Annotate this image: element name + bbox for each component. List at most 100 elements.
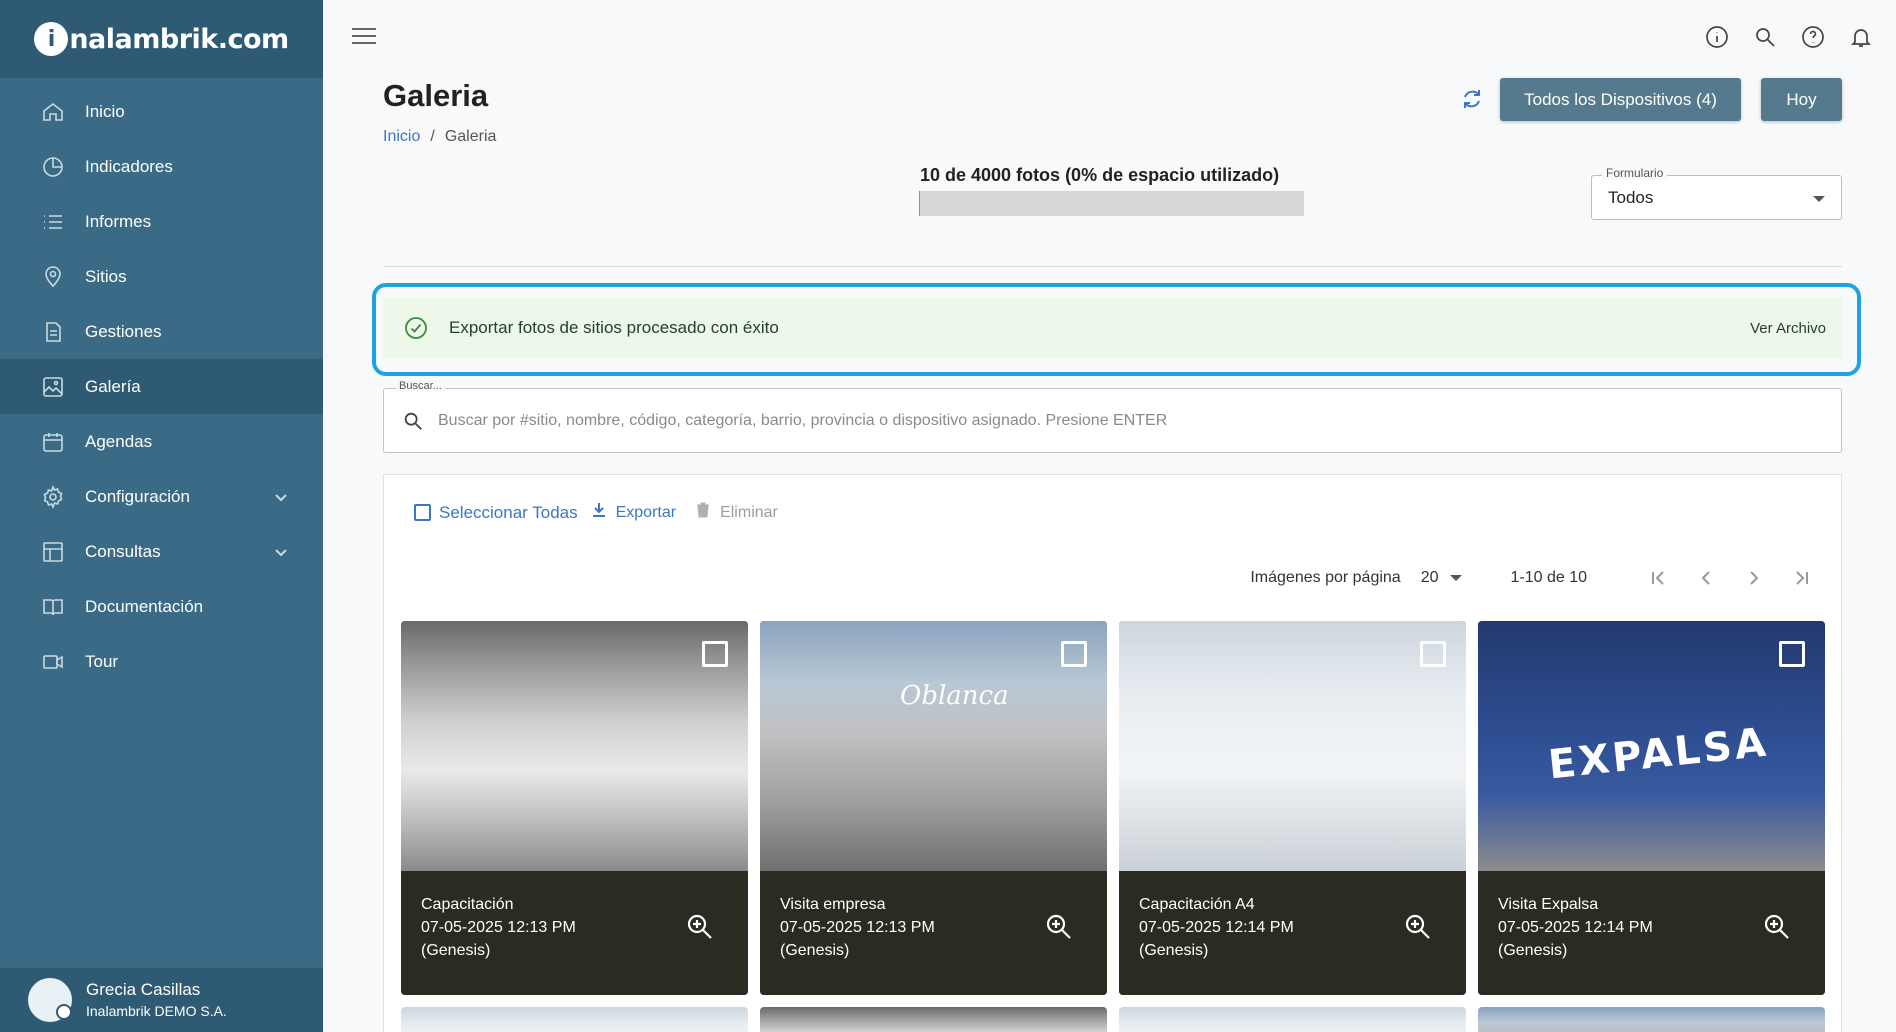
user-company: Inalambrik DEMO S.A. (86, 1003, 227, 1019)
menu-toggle-icon[interactable] (352, 28, 376, 48)
photo-datetime: 07-05-2025 12:14 PM (1139, 919, 1294, 936)
select-all-button[interactable]: Seleccionar Todas (414, 503, 578, 523)
photo-device: (Genesis) (1498, 942, 1568, 959)
delete-button[interactable]: Eliminar (694, 501, 778, 524)
divider (383, 266, 1842, 267)
today-button[interactable]: Hoy (1761, 78, 1842, 121)
sidebar-item-informes[interactable]: Informes (0, 194, 323, 249)
zoom-in-icon[interactable] (1404, 913, 1432, 941)
per-page-select[interactable]: 20 (1421, 569, 1463, 587)
select-all-checkbox[interactable] (414, 504, 431, 521)
sidebar-item-label: Inicio (85, 101, 125, 121)
photo-grid: Capacitación 07-05-2025 12:13 PM (Genesi… (401, 621, 1825, 1032)
sidebar-item-label: Indicadores (85, 156, 173, 176)
check-circle-icon (403, 315, 429, 341)
photo-image[interactable]: EXPALSA (1478, 621, 1825, 871)
caret-down-icon (1813, 196, 1825, 202)
sidebar-item-label: Galería (85, 376, 141, 396)
sidebar-item-label: Tour (85, 651, 119, 671)
prev-page-icon[interactable] (1691, 563, 1721, 593)
sidebar-item-label: Configuración (85, 486, 190, 506)
zoom-in-icon[interactable] (1045, 913, 1073, 941)
first-page-icon[interactable] (1643, 563, 1673, 593)
bell-icon[interactable] (1848, 24, 1874, 50)
sidebar-item-label: Sitios (85, 266, 127, 286)
photo-card[interactable] (401, 1007, 748, 1032)
photo-image[interactable]: Oblanca (760, 621, 1107, 871)
photo-card[interactable]: EXPALSA Visita Expalsa 07-05-2025 12:14 … (1478, 621, 1825, 995)
photo-image[interactable] (1119, 621, 1466, 871)
sidebar-item-agendas[interactable]: Agendas (0, 414, 323, 469)
export-label: Exportar (615, 503, 677, 521)
sidebar-item-label: Informes (85, 211, 152, 231)
form-filter-select[interactable]: Formulario Todos (1591, 166, 1842, 220)
help-icon[interactable] (1800, 24, 1826, 50)
sidebar-item-label: Consultas (85, 541, 161, 561)
devices-filter-button[interactable]: Todos los Dispositivos (4) (1500, 78, 1741, 121)
zoom-in-icon[interactable] (686, 913, 714, 941)
search-icon[interactable] (1752, 24, 1778, 50)
sidebar-item-label: Agendas (85, 431, 153, 451)
sidebar-item-galeria[interactable]: Galería (0, 359, 323, 414)
form-filter-label: Formulario (1602, 166, 1668, 180)
sidebar-item-configuracion[interactable]: Configuración (0, 469, 323, 524)
page-range: 1-10 de 10 (1510, 569, 1587, 586)
user-profile[interactable]: Grecia Casillas Inalambrik DEMO S.A. (0, 968, 323, 1032)
photo-datetime: 07-05-2025 12:14 PM (1498, 919, 1653, 936)
sidebar-item-indicadores[interactable]: Indicadores (0, 139, 323, 194)
delete-label: Eliminar (720, 503, 778, 521)
form-filter-value: Todos (1608, 188, 1654, 207)
photo-card[interactable] (1119, 1007, 1466, 1032)
photo-caption: Capacitación A4 07-05-2025 12:14 PM (Gen… (1119, 871, 1466, 995)
export-button[interactable]: Exportar (590, 501, 676, 524)
sidebar-item-sitios[interactable]: Sitios (0, 249, 323, 304)
location-pin-icon (40, 264, 66, 290)
refresh-icon[interactable] (1460, 87, 1486, 113)
sidebar-item-gestiones[interactable]: Gestiones (0, 304, 323, 359)
photo-select-checkbox[interactable] (702, 641, 728, 667)
logo-initial: i (34, 22, 69, 56)
breadcrumb-home[interactable]: Inicio (383, 128, 420, 146)
last-page-icon[interactable] (1787, 563, 1817, 593)
photo-device: (Genesis) (421, 942, 491, 959)
download-icon (590, 501, 608, 524)
list-icon (40, 209, 66, 235)
storage-quota-bar (919, 191, 1304, 216)
gallery-toolbar: Seleccionar Todas Exportar Eliminar (414, 501, 778, 524)
photo-card[interactable]: Oblanca Visita empresa 07-05-2025 12:13 … (760, 621, 1107, 995)
sidebar-item-label: Gestiones (85, 321, 162, 341)
photo-datetime: 07-05-2025 12:13 PM (421, 919, 576, 936)
photo-sign-text: Oblanca (900, 681, 1009, 711)
sidebar-item-consultas[interactable]: Consultas (0, 524, 323, 579)
next-page-icon[interactable] (1739, 563, 1769, 593)
photo-select-checkbox[interactable] (1420, 641, 1446, 667)
photo-image[interactable] (401, 621, 748, 871)
zoom-in-icon[interactable] (1763, 913, 1791, 941)
sidebar-item-inicio[interactable]: Inicio (0, 84, 323, 139)
brand-logo[interactable]: i nalambrik.com (0, 0, 323, 78)
image-icon (40, 374, 66, 400)
sidebar-item-tour[interactable]: Tour (0, 634, 323, 689)
storage-quota-fill (919, 191, 920, 216)
photo-select-checkbox[interactable] (1779, 641, 1805, 667)
photo-title: Capacitación A4 (1139, 896, 1255, 913)
search-input[interactable] (438, 407, 1818, 435)
photo-select-checkbox[interactable] (1061, 641, 1087, 667)
trash-icon (694, 501, 712, 524)
photo-card[interactable]: Capacitación A4 07-05-2025 12:14 PM (Gen… (1119, 621, 1466, 995)
success-alert: Exportar fotos de sitios procesado con é… (383, 298, 1842, 358)
storage-quota-label: 10 de 4000 fotos (0% de espacio utilizad… (920, 165, 1280, 185)
photo-card[interactable] (1478, 1007, 1825, 1032)
chevron-down-icon (249, 544, 289, 560)
sidebar-item-documentacion[interactable]: Documentación (0, 579, 323, 634)
photo-datetime: 07-05-2025 12:13 PM (780, 919, 935, 936)
photo-device: (Genesis) (1139, 942, 1209, 959)
photo-card[interactable] (760, 1007, 1107, 1032)
sidebar-item-label: Documentación (85, 596, 204, 616)
chevron-down-icon (249, 489, 289, 505)
info-icon[interactable] (1704, 24, 1730, 50)
search-field[interactable]: Buscar... (383, 380, 1842, 453)
table-icon (40, 539, 66, 565)
view-file-button[interactable]: Ver Archivo (1750, 320, 1826, 337)
photo-card[interactable]: Capacitación 07-05-2025 12:13 PM (Genesi… (401, 621, 748, 995)
